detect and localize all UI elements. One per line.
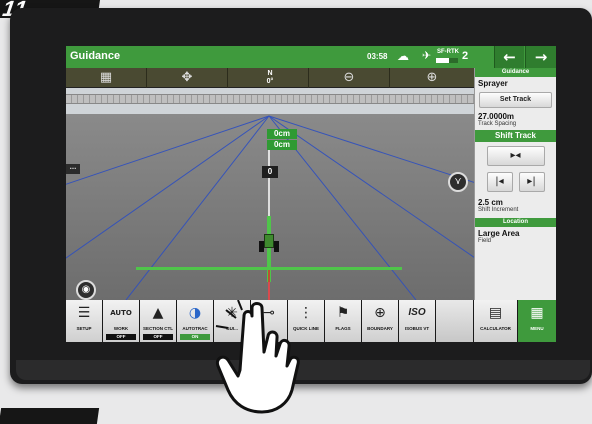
isobus-vt-button[interactable]: ISO ISOBUS VT — [399, 300, 436, 342]
shift-center-icon: ▸◂ — [510, 150, 521, 161]
guidance-lines — [66, 115, 474, 300]
work-button[interactable]: AUTO WORK OFF — [103, 300, 140, 342]
shift-right-button[interactable]: ▸| — [518, 172, 545, 192]
pan-button[interactable]: ✥ — [147, 68, 228, 88]
autotrac-state: ON — [180, 334, 210, 340]
work-auto-label: AUTO — [110, 309, 132, 317]
steer-value: 0 — [262, 166, 278, 178]
guidance-panel-header: Guidance — [475, 68, 556, 77]
tractor-icon — [259, 234, 279, 254]
clock: 03:58 — [367, 52, 388, 61]
section-control-icon: ▲ — [152, 305, 164, 321]
wifi-cloud-icon: ☁ — [397, 49, 409, 63]
zoom-out-icon: ⊖ — [343, 70, 355, 85]
target-icon: ◉ — [81, 284, 91, 295]
more-options-button[interactable]: ... — [66, 163, 80, 174]
shift-left-icon: |◂ — [495, 176, 504, 187]
map-grid-icon: ▦ — [99, 70, 113, 85]
heading-value: 0° — [266, 78, 274, 85]
setup-button[interactable]: ☰ SETUP — [66, 300, 103, 342]
signal-strength-bar — [436, 58, 458, 63]
menu-grid-icon: ▦ — [530, 305, 544, 321]
set-track-button[interactable]: Set Track — [479, 92, 552, 108]
flag-icon: ⚑ — [336, 305, 350, 321]
autotrac-button[interactable]: ◑ AUTOTRAC ON — [177, 300, 214, 342]
boundary-button[interactable]: ⊕ BOUNDARY — [362, 300, 399, 342]
top-bar: Guidance 03:58 ☁ ✈ SF-RTK 2 ← → — [66, 46, 556, 68]
checklist-icon: ☰ — [77, 305, 91, 321]
shift-right-icon: ▸| — [527, 176, 536, 187]
page-title: Guidance — [70, 50, 121, 62]
north-label: N — [267, 70, 273, 77]
zoom-in-button[interactable]: ⊕ — [390, 68, 474, 88]
recenter-button[interactable]: ◉ — [76, 280, 96, 300]
perspective-button[interactable]: ⋎ — [448, 172, 468, 192]
location-name: Large Area — [478, 229, 520, 238]
shift-increment-value: 2.5 cm — [478, 198, 503, 207]
xtrack-error-bottom: 0cm — [267, 140, 297, 150]
calculator-button[interactable]: ▤ CALCULATOR — [474, 300, 518, 342]
boundary-label: BOUNDARY — [367, 326, 393, 331]
flags-button[interactable]: ⚑ FLAGS — [325, 300, 362, 342]
autotrac-icon: ◑ — [188, 305, 202, 321]
right-arrow-icon: → — [534, 48, 548, 66]
section-control-button[interactable]: ▲ SECTION CTL OFF — [140, 300, 177, 342]
compass-readout: N 0° — [256, 70, 284, 86]
guidance-map[interactable]: 0cm 0cm 0 ... ⋎ ◉ ≡ ⚑ — [66, 88, 474, 334]
display-screen: Guidance 03:58 ☁ ✈ SF-RTK 2 ← → ▦ ✥ ⊖ ⊕ … — [66, 46, 556, 342]
track-spacing-label: Track Spacing — [478, 121, 517, 127]
display-bezel-lip — [16, 360, 590, 380]
tractor-wheel-right — [274, 241, 279, 252]
shift-center-button[interactable]: ▸◂ — [486, 146, 545, 166]
boundary-icon: ⊕ — [374, 305, 386, 321]
flags-label: FLAGS — [335, 326, 351, 331]
section-control-state: OFF — [143, 334, 173, 340]
shift-track-header: Shift Track — [475, 130, 556, 142]
back-button[interactable]: ← — [494, 46, 524, 68]
zoom-out-button[interactable]: ⊖ — [309, 68, 390, 88]
eye-view-icon: ⋎ — [454, 176, 462, 187]
location-header: Location — [475, 218, 556, 227]
bottom-banner — [0, 408, 100, 424]
implement-name: Sprayer — [478, 79, 508, 88]
bottom-dock: ☰ SETUP AUTO WORK OFF ▲ SECTION CTL OFF … — [66, 300, 556, 342]
iso-logo-icon: ISO — [408, 307, 426, 318]
setup-label: SETUP — [76, 326, 92, 331]
forward-button[interactable]: → — [525, 46, 556, 68]
calculator-label: CALCULATOR — [480, 326, 511, 331]
xtrack-error-top: 0cm — [267, 129, 297, 139]
left-arrow-icon: ← — [503, 48, 516, 66]
track-spacing-value: 27.0000m — [478, 112, 515, 121]
zoom-in-icon: ⊕ — [426, 70, 438, 85]
tractor-body — [264, 234, 274, 248]
rtk-number: 2 — [462, 50, 469, 62]
pan-icon: ✥ — [181, 70, 193, 85]
satellite-icon: ✈ — [422, 49, 432, 62]
shift-buttons-row: |◂ ▸| — [475, 170, 556, 194]
section-control-label: SECTION CTL — [143, 326, 173, 331]
shift-increment-label: Shift Increment — [478, 207, 519, 213]
menu-label: MENU — [530, 326, 544, 331]
shift-left-button[interactable]: |◂ — [486, 172, 513, 192]
map-view-button[interactable]: ▦ — [66, 68, 147, 88]
hand-cursor-icon — [215, 300, 300, 414]
guidance-side-panel: Guidance Sprayer Set Track 27.0000m Trac… — [474, 68, 556, 300]
work-state: OFF — [106, 334, 136, 340]
dock-spacer — [436, 300, 474, 342]
menu-button[interactable]: ▦ MENU — [518, 300, 556, 342]
rtk-label: SF-RTK — [437, 49, 459, 55]
calculator-icon: ▤ — [488, 305, 503, 321]
autotrac-label: AUTOTRAC — [182, 326, 208, 331]
location-type: Field — [478, 238, 492, 244]
isobus-vt-label: ISOBUS VT — [404, 326, 430, 331]
work-label: WORK — [113, 326, 129, 331]
